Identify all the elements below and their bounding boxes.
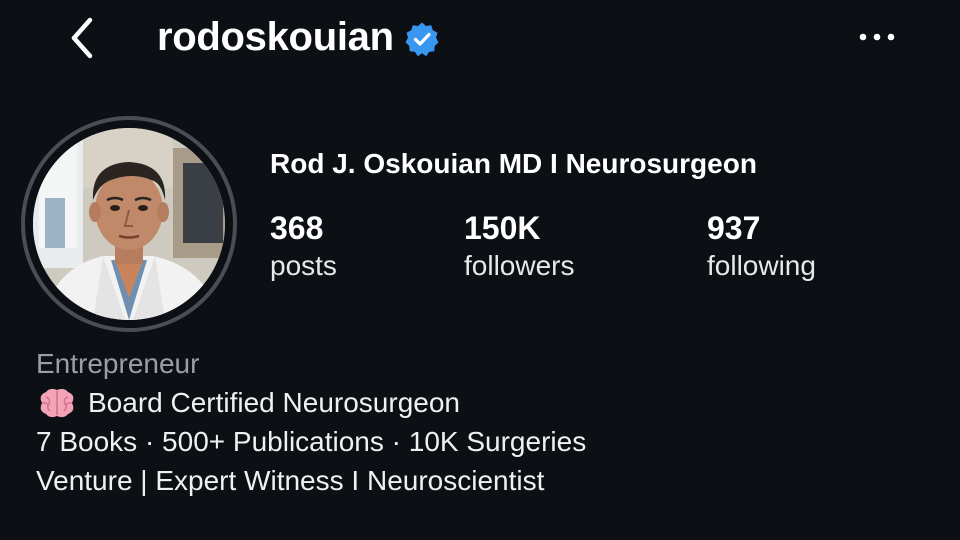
more-options-button[interactable] [852,22,902,52]
posts-stat: 368 posts [270,208,337,284]
following-stat[interactable]: 937 following [707,208,816,284]
display-name: Rod J. Oskouian MD I Neurosurgeon [270,148,757,179]
username: rodoskouian [157,15,394,59]
avatar-ring[interactable] [21,116,237,332]
username-container: rodoskouian [157,12,440,62]
verified-badge-icon [405,22,439,57]
back-button[interactable] [62,14,106,62]
following-count: 937 [707,210,761,246]
bio-line-3: Venture | Expert Witness I Neuroscientis… [36,465,545,496]
posts-label: posts [270,250,337,281]
more-horizontal-icon [859,33,895,41]
avatar [33,128,225,320]
bio-line-2: 7 Books · 500+ Publications · 10K Surger… [36,426,587,457]
chevron-left-icon [71,17,93,59]
bio-line-1-text: Board Certified Neurosurgeon [88,387,460,418]
brain-emoji-icon [40,388,74,417]
bio-category: Entrepreneur [36,348,200,379]
following-label: following [707,250,816,281]
followers-count: 150K [464,210,541,246]
bio-line-1: Board Certified Neurosurgeon [36,383,586,422]
followers-stat[interactable]: 150K followers [464,208,574,284]
profile-header: rodoskouian [0,0,960,80]
posts-count: 368 [270,210,324,246]
profile-photo [33,128,225,320]
followers-label: followers [464,250,575,281]
profile-bio: Entrepreneur Board Certified Neurosurgeo… [36,344,586,500]
